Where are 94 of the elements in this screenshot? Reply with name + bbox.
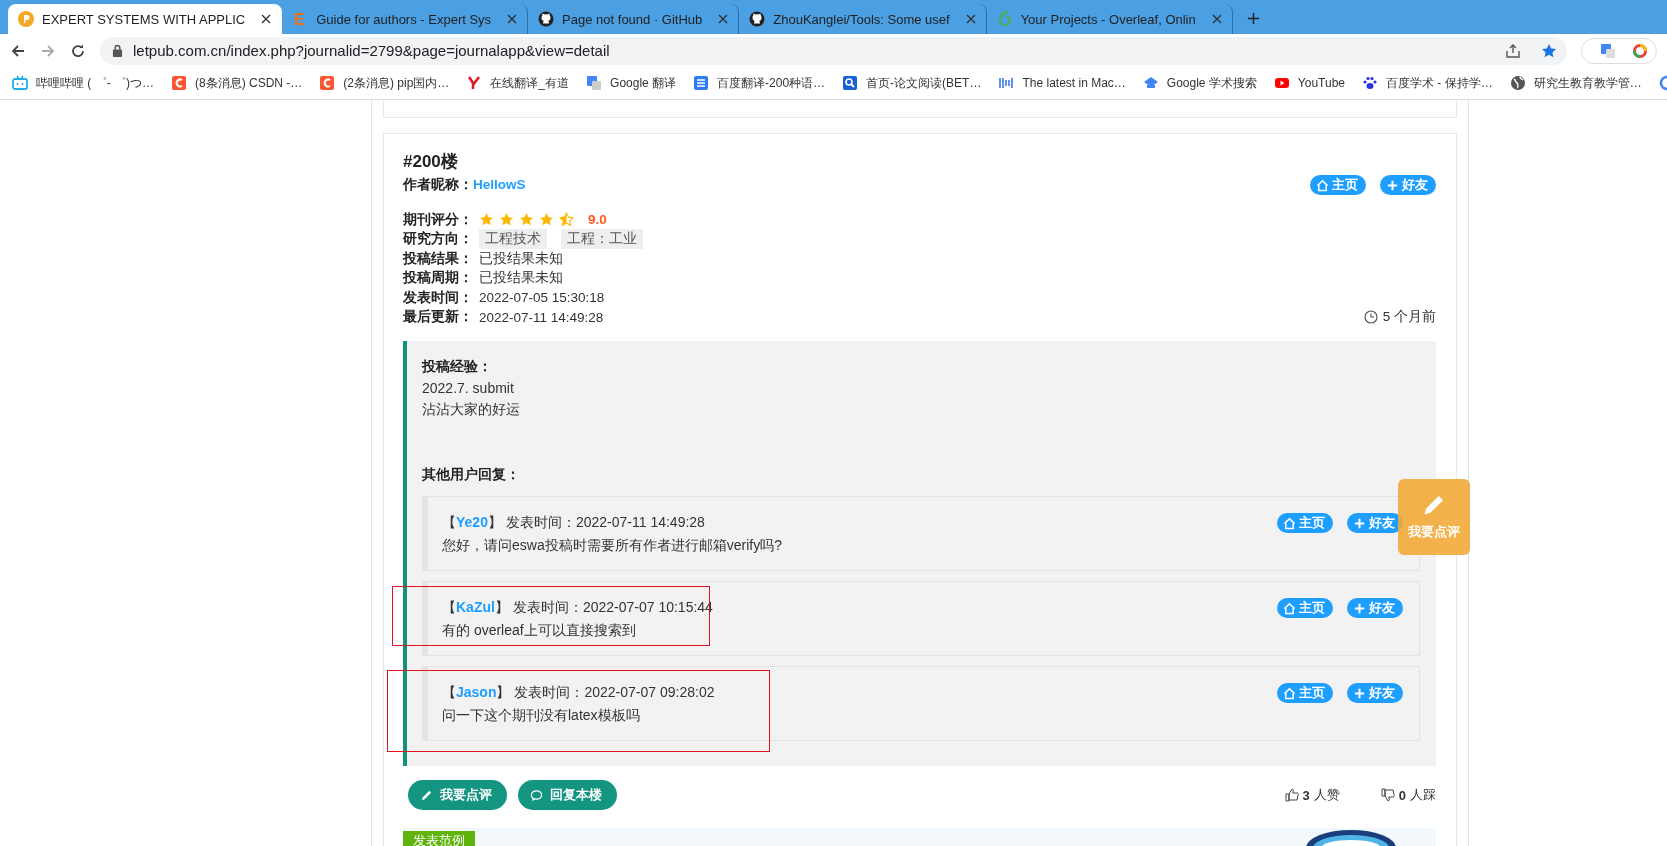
ring-icon[interactable] (1632, 42, 1648, 59)
url-text: letpub.com.cn/index.php?journalid=2799&page=journalapp&view=detail (133, 42, 610, 59)
star-icon[interactable] (1541, 42, 1557, 59)
experience-heading: 投稿经验： (422, 358, 493, 376)
home-icon (1283, 516, 1296, 530)
experience-text: 沾沾大家的好运 (422, 400, 521, 419)
replies-heading: 其他用户回复： (422, 466, 521, 484)
chat-icon (530, 788, 543, 802)
field-label: 期刊评分： (403, 210, 473, 229)
bookmark[interactable]: 研究生教育教学管… (1509, 74, 1642, 92)
bracket: 【 (442, 514, 456, 530)
paw-icon (1362, 75, 1378, 91)
field-value: 2022-07-11 14:49:28 (479, 309, 604, 325)
leaf-icon (996, 11, 1013, 27)
youtube-icon (1273, 75, 1290, 91)
reload-icon[interactable] (70, 42, 86, 59)
rating-score: 9.0 (588, 212, 607, 228)
field-label: 最后更新： (403, 308, 473, 327)
bookmark[interactable]: (2条消息) pip国内… (319, 74, 450, 92)
reply-text: 问一下这个期刊没有latex模板吗 (442, 706, 641, 725)
globe-icon (1509, 75, 1526, 91)
reply-text: 有的 overleaf上可以直接搜索到 (442, 621, 637, 640)
bracket: 】 (487, 514, 502, 530)
like-count[interactable]: 3 人赞 (1284, 786, 1340, 804)
pencil-icon (1422, 493, 1446, 517)
plus-icon (1386, 178, 1399, 192)
browser-tab[interactable]: Your Projects - Overleaf, Onlin (986, 4, 1233, 34)
reply-time: 发表时间：2022-07-07 09:28:02 (514, 684, 715, 700)
browser-tab[interactable]: EXPERT SYSTEMS WITH APPLIC (8, 4, 283, 34)
field-value: 2022-07-05 15:30:18 (479, 290, 605, 306)
bookmark[interactable]: The latest in Mac… (998, 75, 1126, 91)
bracket: 】 (494, 599, 509, 615)
home-icon (1283, 601, 1296, 615)
field-label: 投稿结果： (403, 249, 473, 268)
browser-tab[interactable]: Guide for authors - Expert Sys (282, 4, 529, 34)
tv-icon (12, 75, 28, 91)
thumbs-down-icon (1380, 788, 1395, 802)
bookmark[interactable]: YouTube (1273, 75, 1345, 91)
youdao-icon (466, 75, 483, 91)
bookmark[interactable]: Google 学术搜索 (1142, 74, 1257, 92)
author-label: 作者昵称： (403, 177, 473, 192)
letpub-icon (18, 11, 34, 27)
section-tag: 发表范例 (403, 831, 475, 846)
bookmark[interactable]: Google 翻译 (586, 74, 677, 92)
home-icon (1283, 686, 1296, 700)
topic-tag[interactable]: 工程：工业 (561, 229, 643, 250)
time-ago-text: 5 个月前 (1382, 308, 1436, 326)
bracket: 【 (442, 599, 456, 615)
csdn-icon (171, 75, 187, 91)
field-label: 投稿周期： (403, 269, 473, 288)
translate-icon (693, 75, 710, 91)
bookmark[interactable]: 哔哩哔哩 ( ゜- ゜)つ… (12, 74, 154, 92)
plus-icon (1353, 686, 1366, 700)
reply-time: 发表时间：2022-07-11 14:49:28 (505, 514, 705, 530)
review-button[interactable]: 我要点评 (408, 780, 507, 810)
home-icon (1316, 178, 1329, 192)
close-icon[interactable] (261, 14, 272, 24)
search-icon (842, 75, 859, 91)
pencil-icon (420, 788, 433, 802)
clock-icon (1363, 310, 1378, 324)
browser-tab[interactable]: Page not found · GitHub (528, 4, 740, 34)
floor-number: #200楼 (403, 151, 459, 173)
field-value: 已投结果未知 (479, 249, 563, 268)
github-icon (749, 11, 766, 27)
reply-button[interactable]: 回复本楼 (518, 780, 617, 810)
github-icon (538, 11, 555, 27)
reply-text: 您好，请问eswa投稿时需要所有作者进行邮箱verify吗? (442, 536, 783, 555)
cap-icon (1142, 75, 1159, 91)
field-label: 发表时间： (403, 288, 473, 307)
lock-icon (112, 44, 123, 57)
field-label: 研究方向： (403, 230, 473, 249)
bookmark[interactable]: 百度翻译-200种语… (693, 74, 826, 92)
bracket: 【 (442, 684, 456, 700)
translate-icon (586, 75, 603, 91)
topic-tag[interactable]: 工程技术 (479, 229, 547, 250)
plus-icon (1353, 516, 1366, 530)
bracket: 】 (496, 684, 511, 700)
bookmark[interactable]: 百度学术 - 保持学… (1362, 74, 1493, 92)
address-bar[interactable]: letpub.com.cn/index.php?journalid=2799&page=journalapp&view=detail (100, 36, 1567, 65)
bookmark[interactable]: 在线翻译_有道 (466, 74, 570, 92)
new-tab-icon[interactable] (1246, 12, 1260, 25)
thumbs-up-icon (1284, 788, 1299, 802)
field-value: 已投结果未知 (479, 269, 563, 288)
back-icon[interactable] (10, 42, 26, 59)
dislike-count[interactable]: 0 人踩 (1380, 786, 1436, 804)
experience-text: 2022.7. submit (422, 379, 515, 398)
plus-icon (1353, 601, 1366, 615)
browser-tab[interactable]: ZhouKanglei/Tools: Some usef (739, 4, 987, 34)
bars-icon (998, 75, 1015, 91)
bookmark[interactable]: 首页-论文阅读(BET… (842, 74, 982, 92)
bookmark[interactable]: (8条消息) CSDN -… (171, 74, 303, 92)
csdn-icon (319, 75, 336, 91)
translate-icon[interactable] (1600, 42, 1616, 59)
share-icon[interactable] (1505, 42, 1521, 59)
